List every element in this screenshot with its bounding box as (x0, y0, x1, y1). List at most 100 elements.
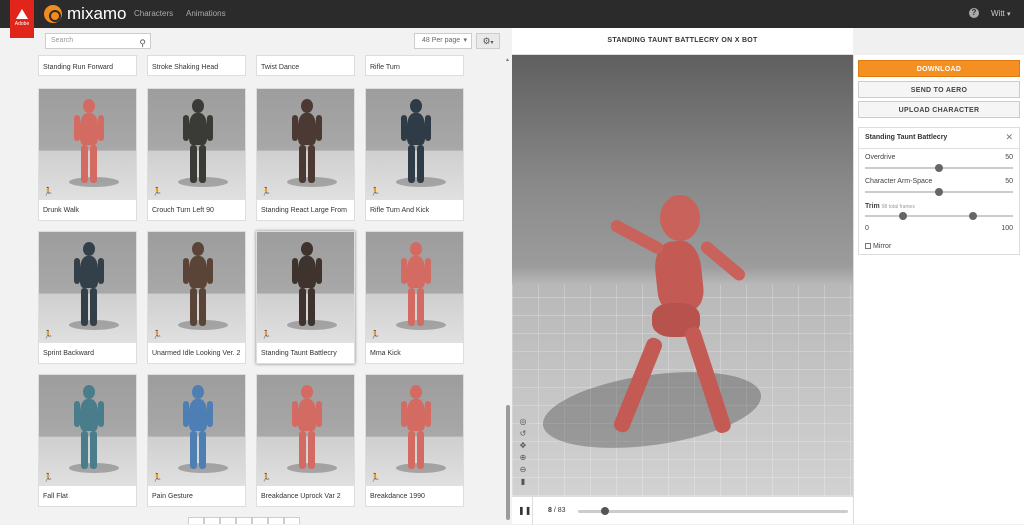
card-label: Stroke Shaking Head (152, 64, 219, 71)
page-button[interactable] (268, 517, 284, 524)
character-leg-left (611, 335, 665, 435)
send-to-aero-button[interactable]: SEND TO AERO (858, 81, 1020, 98)
animation-thumbnail[interactable]: 🏃 (148, 375, 245, 486)
animation-thumbnail[interactable]: 🏃 (366, 232, 463, 343)
overdrive-knob[interactable] (935, 164, 943, 172)
zoom-out-icon[interactable]: ⊖ (518, 465, 528, 477)
card-label: Breakdance 1990 (370, 493, 425, 500)
checkbox-icon (865, 243, 871, 249)
mixamo-logo[interactable]: mixamo (44, 4, 127, 23)
character-model[interactable] (608, 185, 772, 455)
page-button[interactable] (236, 517, 252, 524)
armspace-knob[interactable] (935, 188, 943, 196)
armspace-slider[interactable] (865, 188, 1013, 196)
animation-card[interactable]: 🏃 Standing Taunt Battlecry (256, 231, 355, 364)
zoom-in-icon[interactable]: ⊕ (518, 453, 528, 465)
user-menu[interactable]: Witt ▾ (991, 9, 1011, 18)
card-label: Fall Flat (43, 493, 68, 500)
divider (859, 148, 1019, 149)
animation-thumbnail[interactable]: 🏃 (148, 232, 245, 343)
character-figure (400, 242, 434, 332)
animation-thumbnail[interactable]: 🏃 (39, 89, 136, 200)
animation-card[interactable]: Stroke Shaking Head (147, 55, 246, 76)
animation-card[interactable]: 🏃 Fall Flat (38, 374, 137, 507)
animation-thumbnail[interactable]: 🏃 (39, 232, 136, 343)
animation-card[interactable]: 🏃 Mma Kick (365, 231, 464, 364)
animation-type-icon: 🏃 (261, 330, 271, 339)
nav-characters[interactable]: Characters (134, 9, 173, 18)
animation-thumbnail[interactable]: 🏃 (366, 89, 463, 200)
animation-card[interactable]: 🏃 Rifle Turn And Kick (365, 88, 464, 221)
mirror-checkbox[interactable]: Mirror (865, 243, 891, 250)
page-button[interactable] (252, 517, 268, 524)
frame-total: / 83 (553, 507, 566, 514)
pagination[interactable] (188, 517, 328, 524)
close-icon[interactable]: ✕ (1005, 132, 1013, 143)
animation-type-icon: 🏃 (43, 473, 53, 482)
animation-card[interactable]: Rifle Turn (365, 55, 464, 76)
animation-card[interactable]: 🏃 Breakdance Uprock Var 2 (256, 374, 355, 507)
upload-character-button[interactable]: UPLOAD CHARACTER (858, 101, 1020, 118)
download-button[interactable]: DOWNLOAD (858, 60, 1020, 77)
animation-card[interactable]: 🏃 Pain Gesture (147, 374, 246, 507)
adobe-icon (16, 9, 28, 19)
animation-type-icon: 🏃 (152, 330, 162, 339)
pause-icon[interactable]: ❚❚ (518, 506, 531, 515)
card-label: Unarmed Idle Looking Ver. 2 (152, 350, 241, 357)
overdrive-slider[interactable] (865, 164, 1013, 172)
character-figure (182, 385, 216, 475)
animation-type-icon: 🏃 (43, 187, 53, 196)
animation-card[interactable]: Twist Dance (256, 55, 355, 76)
animation-thumbnail[interactable]: 🏃 (39, 375, 136, 486)
animation-settings: Standing Taunt Battlecry ✕ Overdrive 50 … (858, 127, 1020, 255)
top-bar: Adobe mixamo Characters Animations ? Wit… (0, 0, 1024, 38)
trim-slider[interactable] (865, 212, 1013, 220)
help-icon[interactable]: ? (969, 8, 979, 18)
right-panel: DOWNLOAD SEND TO AERO UPLOAD CHARACTER S… (853, 55, 1024, 524)
animation-card[interactable]: 🏃 Standing React Large From (256, 88, 355, 221)
mixamo-logo-icon (44, 5, 62, 23)
character-figure (73, 99, 107, 189)
adobe-logo[interactable]: Adobe (10, 0, 34, 38)
chevron-down-icon: ▾ (490, 40, 494, 46)
animation-type-icon: 🏃 (261, 473, 271, 482)
scrollbar-thumb[interactable] (506, 405, 510, 520)
animation-card[interactable]: Standing Run Forward (38, 55, 137, 76)
animation-thumbnail[interactable]: 🏃 (257, 232, 354, 343)
page-button[interactable] (284, 517, 300, 524)
search-input[interactable]: Search ⚲ (45, 33, 151, 49)
trim-end-knob[interactable] (969, 212, 977, 220)
timeline-knob[interactable] (601, 507, 609, 515)
vertical-scrollbar[interactable]: ▲ (504, 55, 512, 524)
animation-thumbnail[interactable]: 🏃 (257, 375, 354, 486)
per-page-select[interactable]: 48 Per page ▾ (414, 33, 472, 49)
settings-dropdown[interactable]: ⚙▾ (476, 33, 500, 49)
animation-thumbnail[interactable]: 🏃 (366, 375, 463, 486)
character-figure (291, 385, 325, 475)
camera-reset-icon[interactable]: ◎ (518, 417, 528, 429)
nav-animations[interactable]: Animations (186, 9, 226, 18)
page-button[interactable] (188, 517, 204, 524)
animation-card[interactable]: 🏃 Crouch Turn Left 90 (147, 88, 246, 221)
armspace-value: 50 (1005, 178, 1013, 185)
animation-card[interactable]: 🏃 Drunk Walk (38, 88, 137, 221)
animation-thumbnail[interactable]: 🏃 (148, 89, 245, 200)
3d-viewport[interactable]: ◎ ↺ ✥ ⊕ ⊖ ▮ (512, 55, 853, 496)
animation-card[interactable]: 🏃 Sprint Backward (38, 231, 137, 364)
animation-card[interactable]: 🏃 Breakdance 1990 (365, 374, 464, 507)
character-figure (291, 99, 325, 189)
page-button[interactable] (204, 517, 220, 524)
trim-start-knob[interactable] (899, 212, 907, 220)
user-name: Witt (991, 9, 1005, 18)
card-label: Standing Run Forward (43, 64, 114, 71)
character-figure (182, 99, 216, 189)
rotate-icon[interactable]: ↺ (518, 429, 528, 441)
page-button[interactable] (220, 517, 236, 524)
animation-thumbnail[interactable]: 🏃 (257, 89, 354, 200)
timeline-slider[interactable] (578, 507, 848, 515)
search-icon[interactable]: ⚲ (139, 36, 146, 50)
pan-icon[interactable]: ✥ (518, 441, 528, 453)
scroll-up-icon[interactable]: ▲ (505, 57, 510, 63)
animation-card[interactable]: 🏃 Unarmed Idle Looking Ver. 2 (147, 231, 246, 364)
camera-icon[interactable]: ▮ (518, 477, 528, 489)
